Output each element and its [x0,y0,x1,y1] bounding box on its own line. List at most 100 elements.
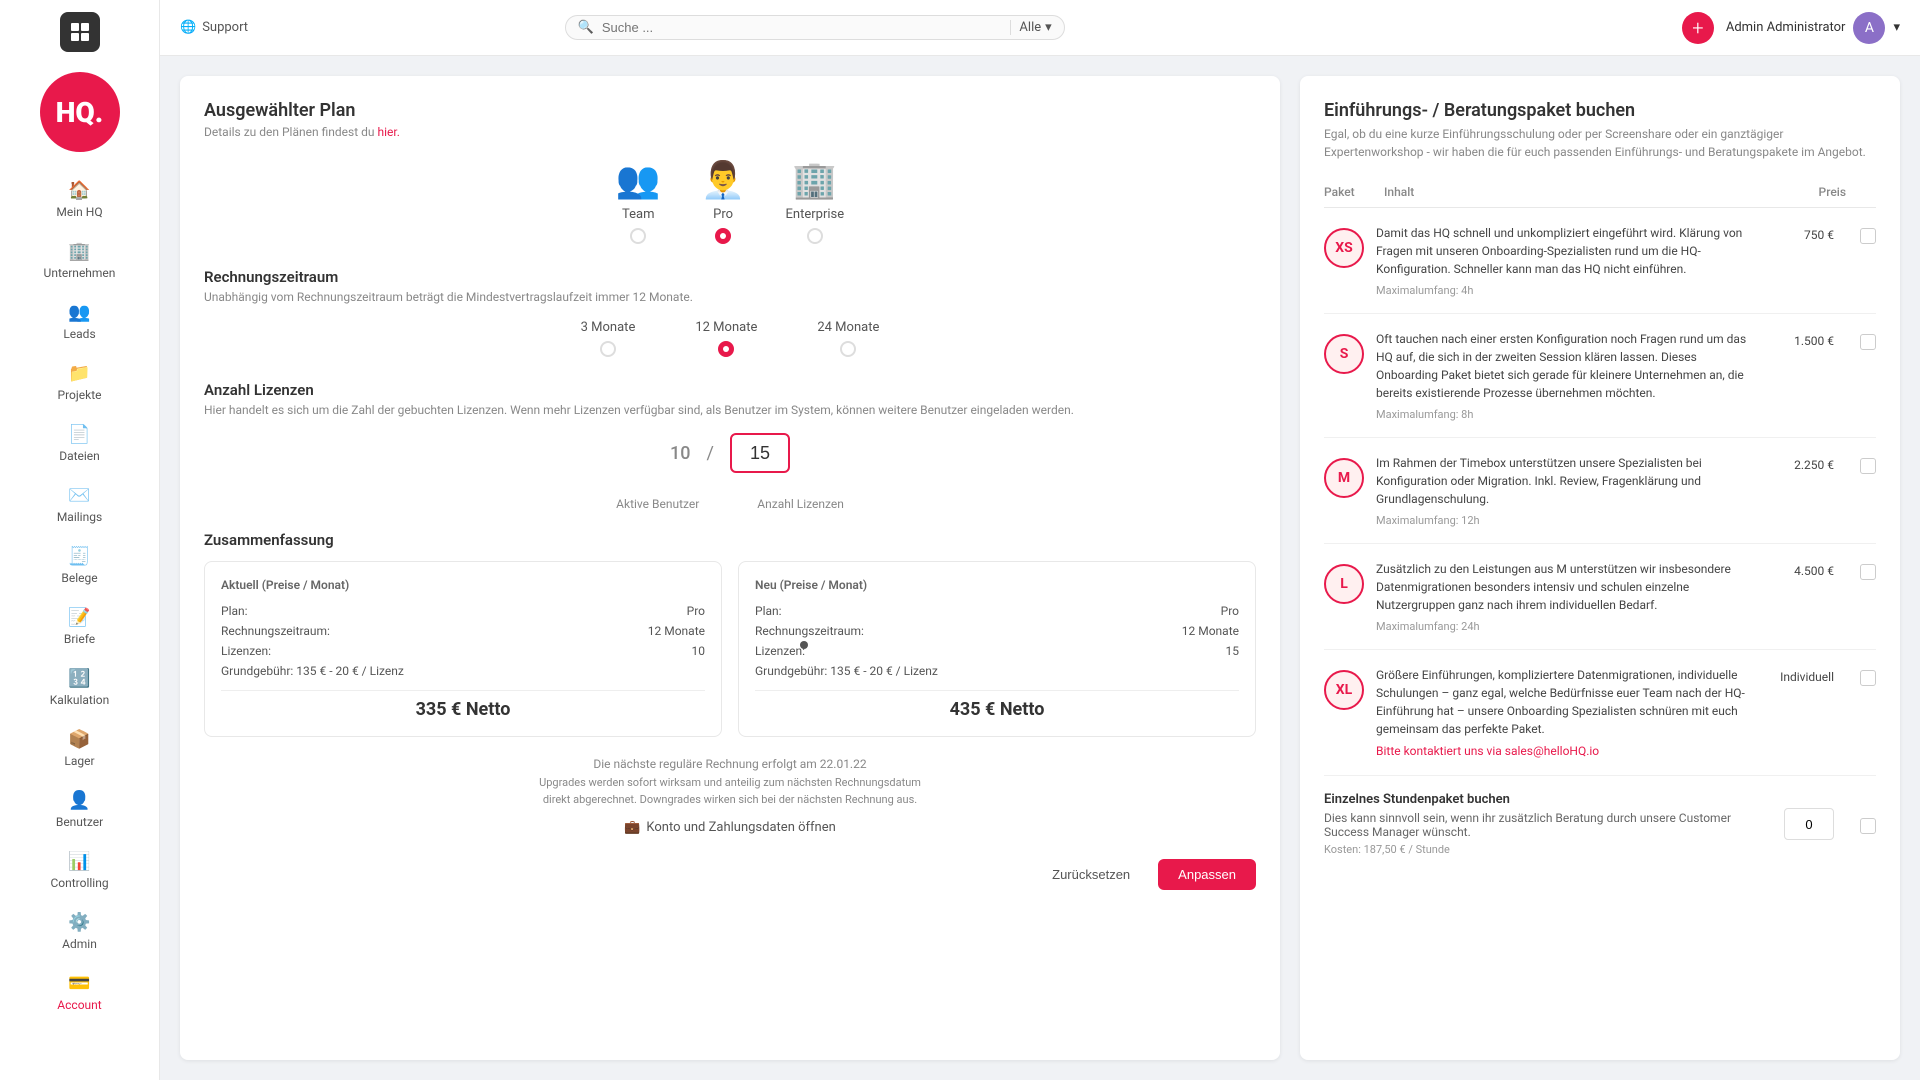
sidebar-item-unternehmen[interactable]: 🏢 Unternehmen [8,231,151,290]
license-count-input[interactable] [730,433,790,473]
hier-link[interactable]: hier. [377,125,399,139]
pkg-desc-s: Oft tauchen nach einer ersten Konfigurat… [1376,330,1752,402]
lager-icon: 📦 [68,729,90,750]
new-total: 435 € Netto [755,690,1239,720]
checkbox-s[interactable] [1860,334,1876,350]
pkg-maxumfang-l: Maximalumfang: 24h [1376,620,1752,633]
sidebar-item-mailings[interactable]: ✉️ Mailings [8,475,151,534]
search-filter-dropdown[interactable]: Alle ▾ [1010,20,1051,35]
new-licenses-row: Lizenzen: 15 [755,644,1239,658]
pkg-content-s: Oft tauchen nach einer ersten Konfigurat… [1376,330,1752,421]
plan-radio-team[interactable] [630,228,646,244]
checkbox-l[interactable] [1860,564,1876,580]
sidebar-item-dateien[interactable]: 📄 Dateien [8,414,151,473]
home-icon: 🏠 [68,180,90,201]
sidebar-item-benutzer[interactable]: 👤 Benutzer [8,780,151,839]
billing-option-24m[interactable]: 24 Monate [817,320,879,357]
billing-options: 3 Monate 12 Monate 24 Monate [204,320,1256,357]
belege-icon: 🧾 [68,546,90,567]
user-menu[interactable]: Admin Administrator A ▾ [1726,12,1900,44]
pkg-desc-xs: Damit das HQ schnell und unkompliziert e… [1376,224,1752,278]
briefcase-icon: 💼 [624,820,640,835]
new-summary-box: Neu (Preise / Monat) Plan: Pro Rechnungs… [738,561,1256,737]
header-preis: Preis [1766,185,1846,199]
badge-xl: XL [1324,670,1364,710]
sidebar-item-admin[interactable]: ⚙️ Admin [8,902,151,961]
plan-radio-pro[interactable] [715,228,731,244]
sidebar-item-controlling[interactable]: 📊 Controlling [8,841,151,900]
badge-m: M [1324,458,1364,498]
reset-button[interactable]: Zurücksetzen [1036,859,1146,890]
pkg-price-m: 2.250 € [1764,454,1834,472]
sales-link[interactable]: Bitte kontaktiert uns via sales@helloHQ.… [1376,744,1599,758]
konto-link[interactable]: 💼 Konto und Zahlungsdaten öffnen [204,820,1256,835]
sidebar-item-account[interactable]: 💳 Account [8,963,151,1022]
sidebar: HQ. 🏠 Mein HQ 🏢 Unternehmen 👥 Leads 📁 Pr… [0,0,160,1080]
license-row: 10 / [204,433,1256,473]
sidebar-item-kalkulation[interactable]: 🔢 Kalkulation [8,658,151,717]
sidebar-item-leads[interactable]: 👥 Leads [8,292,151,351]
licenses-section-title: Anzahl Lizenzen [204,381,1256,399]
current-licenses-row: Lizenzen: 10 [221,644,705,658]
topbar-right: + Admin Administrator A ▾ [1682,12,1900,44]
sidebar-item-projekte[interactable]: 📁 Projekte [8,353,151,412]
package-l: L Zusätzlich zu den Leistungen aus M unt… [1324,544,1876,650]
pkg-content-xl: Größere Einführungen, kompliziertere Dat… [1376,666,1752,759]
pkg-check-xs [1846,224,1876,244]
billing-radio-24m[interactable] [840,341,856,357]
billing-option-3m[interactable]: 3 Monate [581,320,636,357]
badge-l: L [1324,564,1364,604]
search-input[interactable] [602,20,1003,35]
pkg-price-l: 4.500 € [1764,560,1834,578]
checkbox-xs[interactable] [1860,228,1876,244]
summary-boxes: Aktuell (Preise / Monat) Plan: Pro Rechn… [204,561,1256,737]
stunden-input[interactable] [1784,808,1834,840]
panel-footer: Die nächste reguläre Rechnung erfolgt am… [204,757,1256,890]
badge-s: S [1324,334,1364,374]
sidebar-logo-small [60,12,100,52]
footer-actions: Zurücksetzen Anpassen [204,851,1256,890]
current-total: 335 € Netto [221,690,705,720]
license-labels: Aktive Benutzer Anzahl Lizenzen [204,497,1256,511]
sidebar-logo-main: HQ. [40,72,120,152]
billing-option-12m[interactable]: 12 Monate [695,320,757,357]
pkg-maxumfang-xs: Maximalumfang: 4h [1376,284,1752,297]
plan-option-pro[interactable]: 👨‍💼 Pro [701,159,746,244]
current-billing-row: Rechnungszeitraum: 12 Monate [221,624,705,638]
billing-radio-12m[interactable] [718,341,734,357]
stunden-content: Einzelnes Stundenpaket buchen Dies kann … [1324,792,1772,856]
pkg-maxumfang-s: Maximalumfang: 8h [1376,408,1752,421]
support-link[interactable]: 🌐 Support [180,20,248,35]
checkbox-xl[interactable] [1860,670,1876,686]
projects-icon: 📁 [68,363,90,384]
checkbox-m[interactable] [1860,458,1876,474]
plan-option-enterprise[interactable]: 🏢 Enterprise [786,159,845,244]
apply-button[interactable]: Anpassen [1158,859,1256,890]
current-box-title: Aktuell (Preise / Monat) [221,578,705,592]
content: Ausgewählter Plan Details zu den Plänen … [160,56,1920,1080]
billing-section-note: Unabhängig vom Rechnungszeitraum beträgt… [204,290,1256,304]
package-s: S Oft tauchen nach einer ersten Konfigur… [1324,314,1876,438]
badge-xs: XS [1324,228,1364,268]
checkbox-stunden[interactable] [1860,818,1876,834]
header-inhalt: Inhalt [1384,185,1766,199]
pkg-check-m [1846,454,1876,474]
pkg-maxumfang-m: Maximalumfang: 12h [1376,514,1752,527]
new-billing-row: Rechnungszeitraum: 12 Monate [755,624,1239,638]
chevron-down-icon: ▾ [1893,20,1900,35]
avatar: A [1853,12,1885,44]
sidebar-item-mein-hq[interactable]: 🏠 Mein HQ [8,170,151,229]
right-panel-title: Einführungs- / Beratungspaket buchen [1324,100,1876,121]
sidebar-item-belege[interactable]: 🧾 Belege [8,536,151,595]
stunden-kosten: Kosten: 187,50 € / Stunde [1324,843,1772,856]
plan-radio-enterprise[interactable] [807,228,823,244]
add-button[interactable]: + [1682,12,1714,44]
plan-option-team[interactable]: 👥 Team [616,159,661,244]
billing-section-title: Rechnungszeitraum [204,268,1256,286]
leads-icon: 👥 [68,302,90,323]
pkg-content-l: Zusätzlich zu den Leistungen aus M unter… [1376,560,1752,633]
sidebar-item-lager[interactable]: 📦 Lager [8,719,151,778]
billing-radio-3m[interactable] [600,341,616,357]
main-area: 🌐 Support 🔍 Alle ▾ + Admin Administrator… [160,0,1920,1080]
sidebar-item-briefe[interactable]: 📝 Briefe [8,597,151,656]
